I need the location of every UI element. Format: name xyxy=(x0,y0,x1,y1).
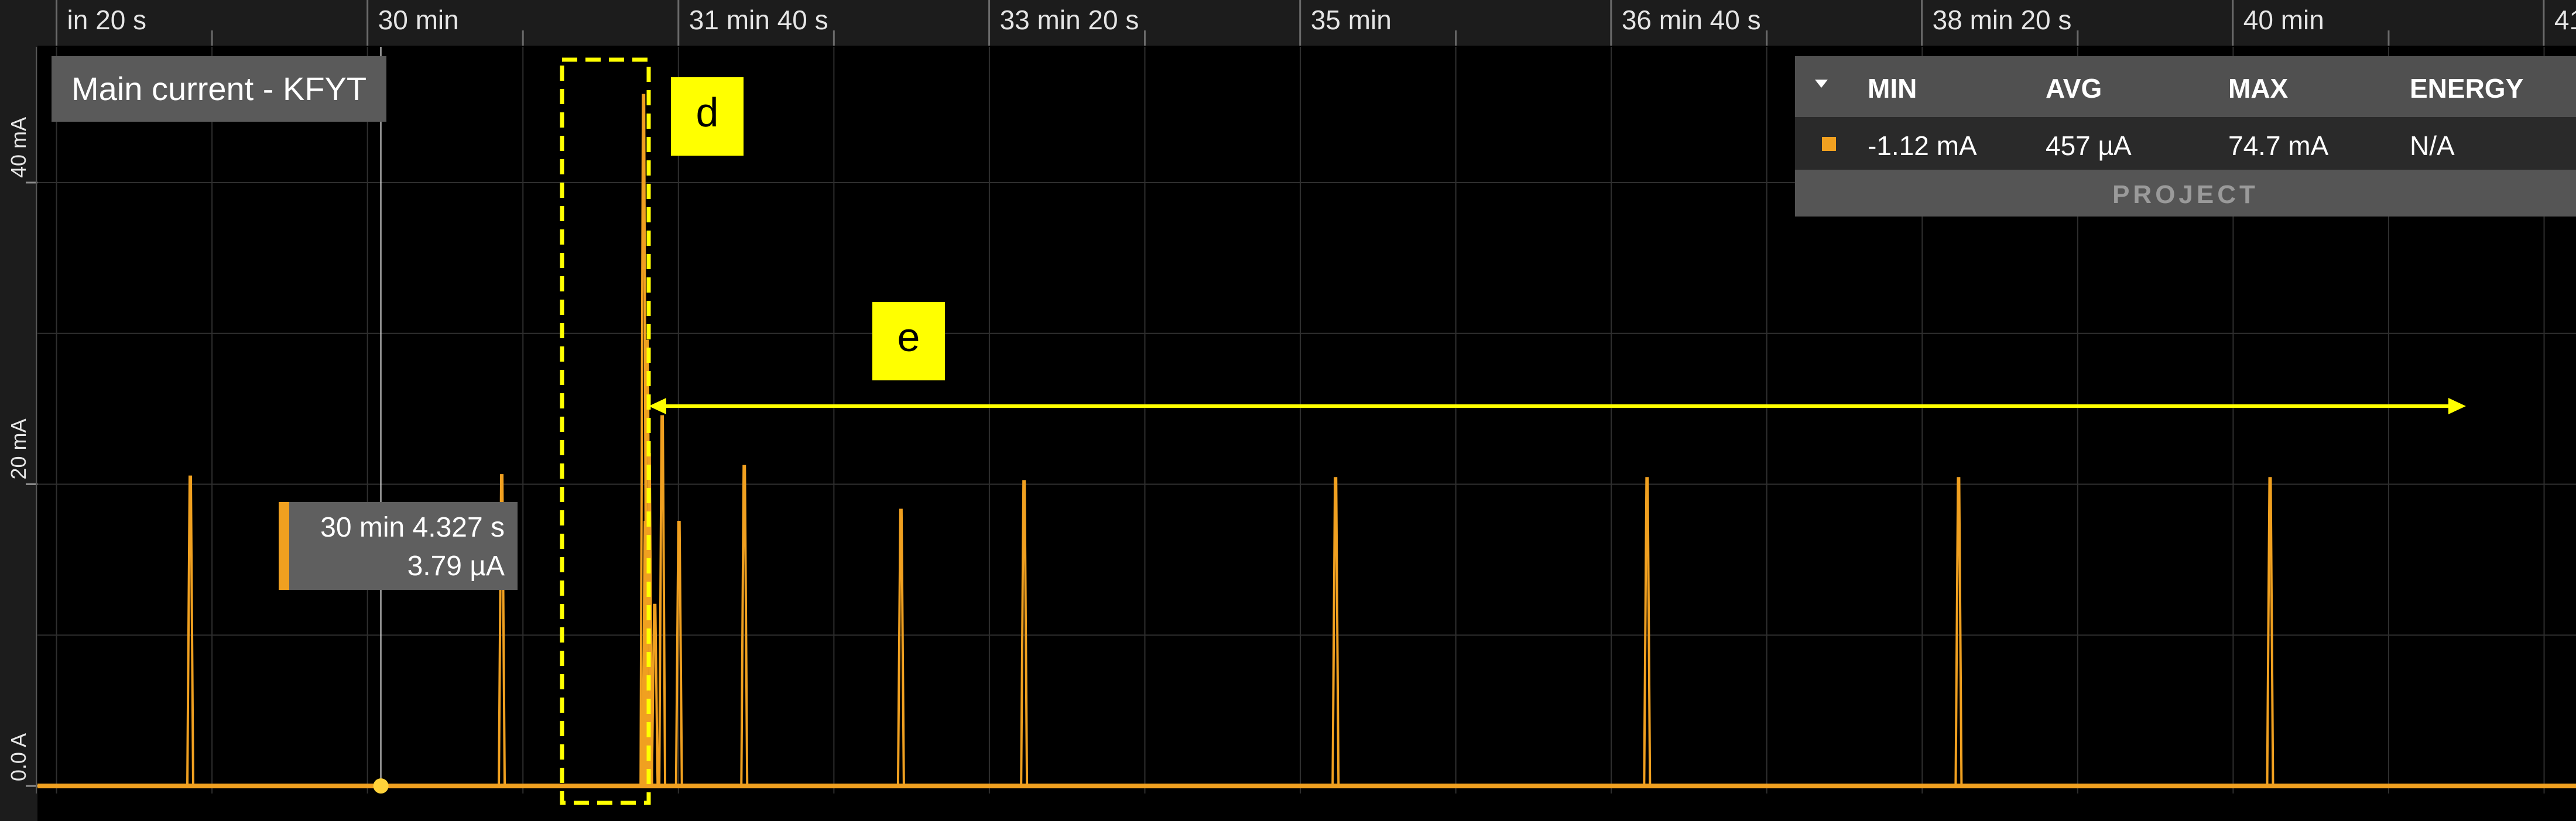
x-tick-label: 35 min xyxy=(1311,5,1392,35)
current-spike xyxy=(1331,477,1340,786)
annotation-label-e: e xyxy=(872,302,945,380)
current-spike xyxy=(896,509,905,786)
stats-energy-value: N/A xyxy=(2410,130,2455,161)
y-tick-label: 0.0 A xyxy=(6,733,30,781)
current-spike xyxy=(1020,480,1029,786)
stats-header-min: MIN xyxy=(1868,73,1917,104)
annotation-label-d: d xyxy=(671,77,744,156)
triangle-down-icon[interactable] xyxy=(1815,80,1828,88)
y-axis-ticks: 0.0 A 20 mA 40 mA xyxy=(6,47,37,793)
annotation-box-d xyxy=(560,57,651,805)
x-tick-label: 31 min 40 s xyxy=(689,5,828,35)
chart-title: Main current - KFYT xyxy=(52,56,387,122)
cursor-time: 30 min 4.327 s xyxy=(320,512,505,543)
stats-min-value: -1.12 mA xyxy=(1868,130,1977,161)
cursor-readout[interactable]: 30 min 4.327 s 3.79 µA xyxy=(279,502,518,590)
x-tick-label: 33 min 20 s xyxy=(1000,5,1139,35)
arrow-head-right xyxy=(2448,398,2466,414)
stats-panel: MIN AVG MAX ENERGY -1.12 mA 457 µA 74.7 … xyxy=(1795,56,2576,217)
x-tick-label: 36 min 40 s xyxy=(1622,5,1761,35)
stats-header-avg: AVG xyxy=(2046,73,2102,104)
x-tick-label: 41 min 40 s xyxy=(2554,5,2576,35)
stats-project-label[interactable]: PROJECT xyxy=(1795,180,2576,209)
stats-header-row: MIN AVG MAX ENERGY xyxy=(1795,56,2576,117)
y-tick-label: 40 mA xyxy=(6,117,30,178)
cursor-dot xyxy=(373,778,389,794)
x-tick-label: in 20 s xyxy=(67,5,147,35)
x-tick-label: 40 min xyxy=(2243,5,2324,35)
arrow-head-left xyxy=(649,398,666,414)
stats-value-row: -1.12 mA 457 µA 74.7 mA N/A xyxy=(1795,117,2576,170)
current-spike xyxy=(1643,477,1652,786)
stats-header-max: MAX xyxy=(2228,73,2289,104)
stats-header-energy: ENERGY xyxy=(2410,73,2524,104)
current-spike xyxy=(650,603,659,786)
current-spike xyxy=(1954,477,1963,786)
current-spike xyxy=(2266,477,2274,786)
cursor-value: 3.79 µA xyxy=(407,551,505,582)
x-axis-ticks: in 20 s 30 min 31 min 40 s 33 min 20 s 35 mi… xyxy=(56,0,2576,46)
stats-avg-value: 457 µA xyxy=(2046,130,2132,161)
x-tick-label: 38 min 20 s xyxy=(1933,5,2072,35)
current-spike xyxy=(658,415,667,786)
current-spike xyxy=(186,475,194,786)
orange-square-icon xyxy=(1822,137,1836,151)
x-tick-label: 30 min xyxy=(378,5,459,35)
y-tick-label: 20 mA xyxy=(6,419,30,480)
stats-max-value: 74.7 mA xyxy=(2228,130,2329,161)
current-spike xyxy=(740,465,749,786)
